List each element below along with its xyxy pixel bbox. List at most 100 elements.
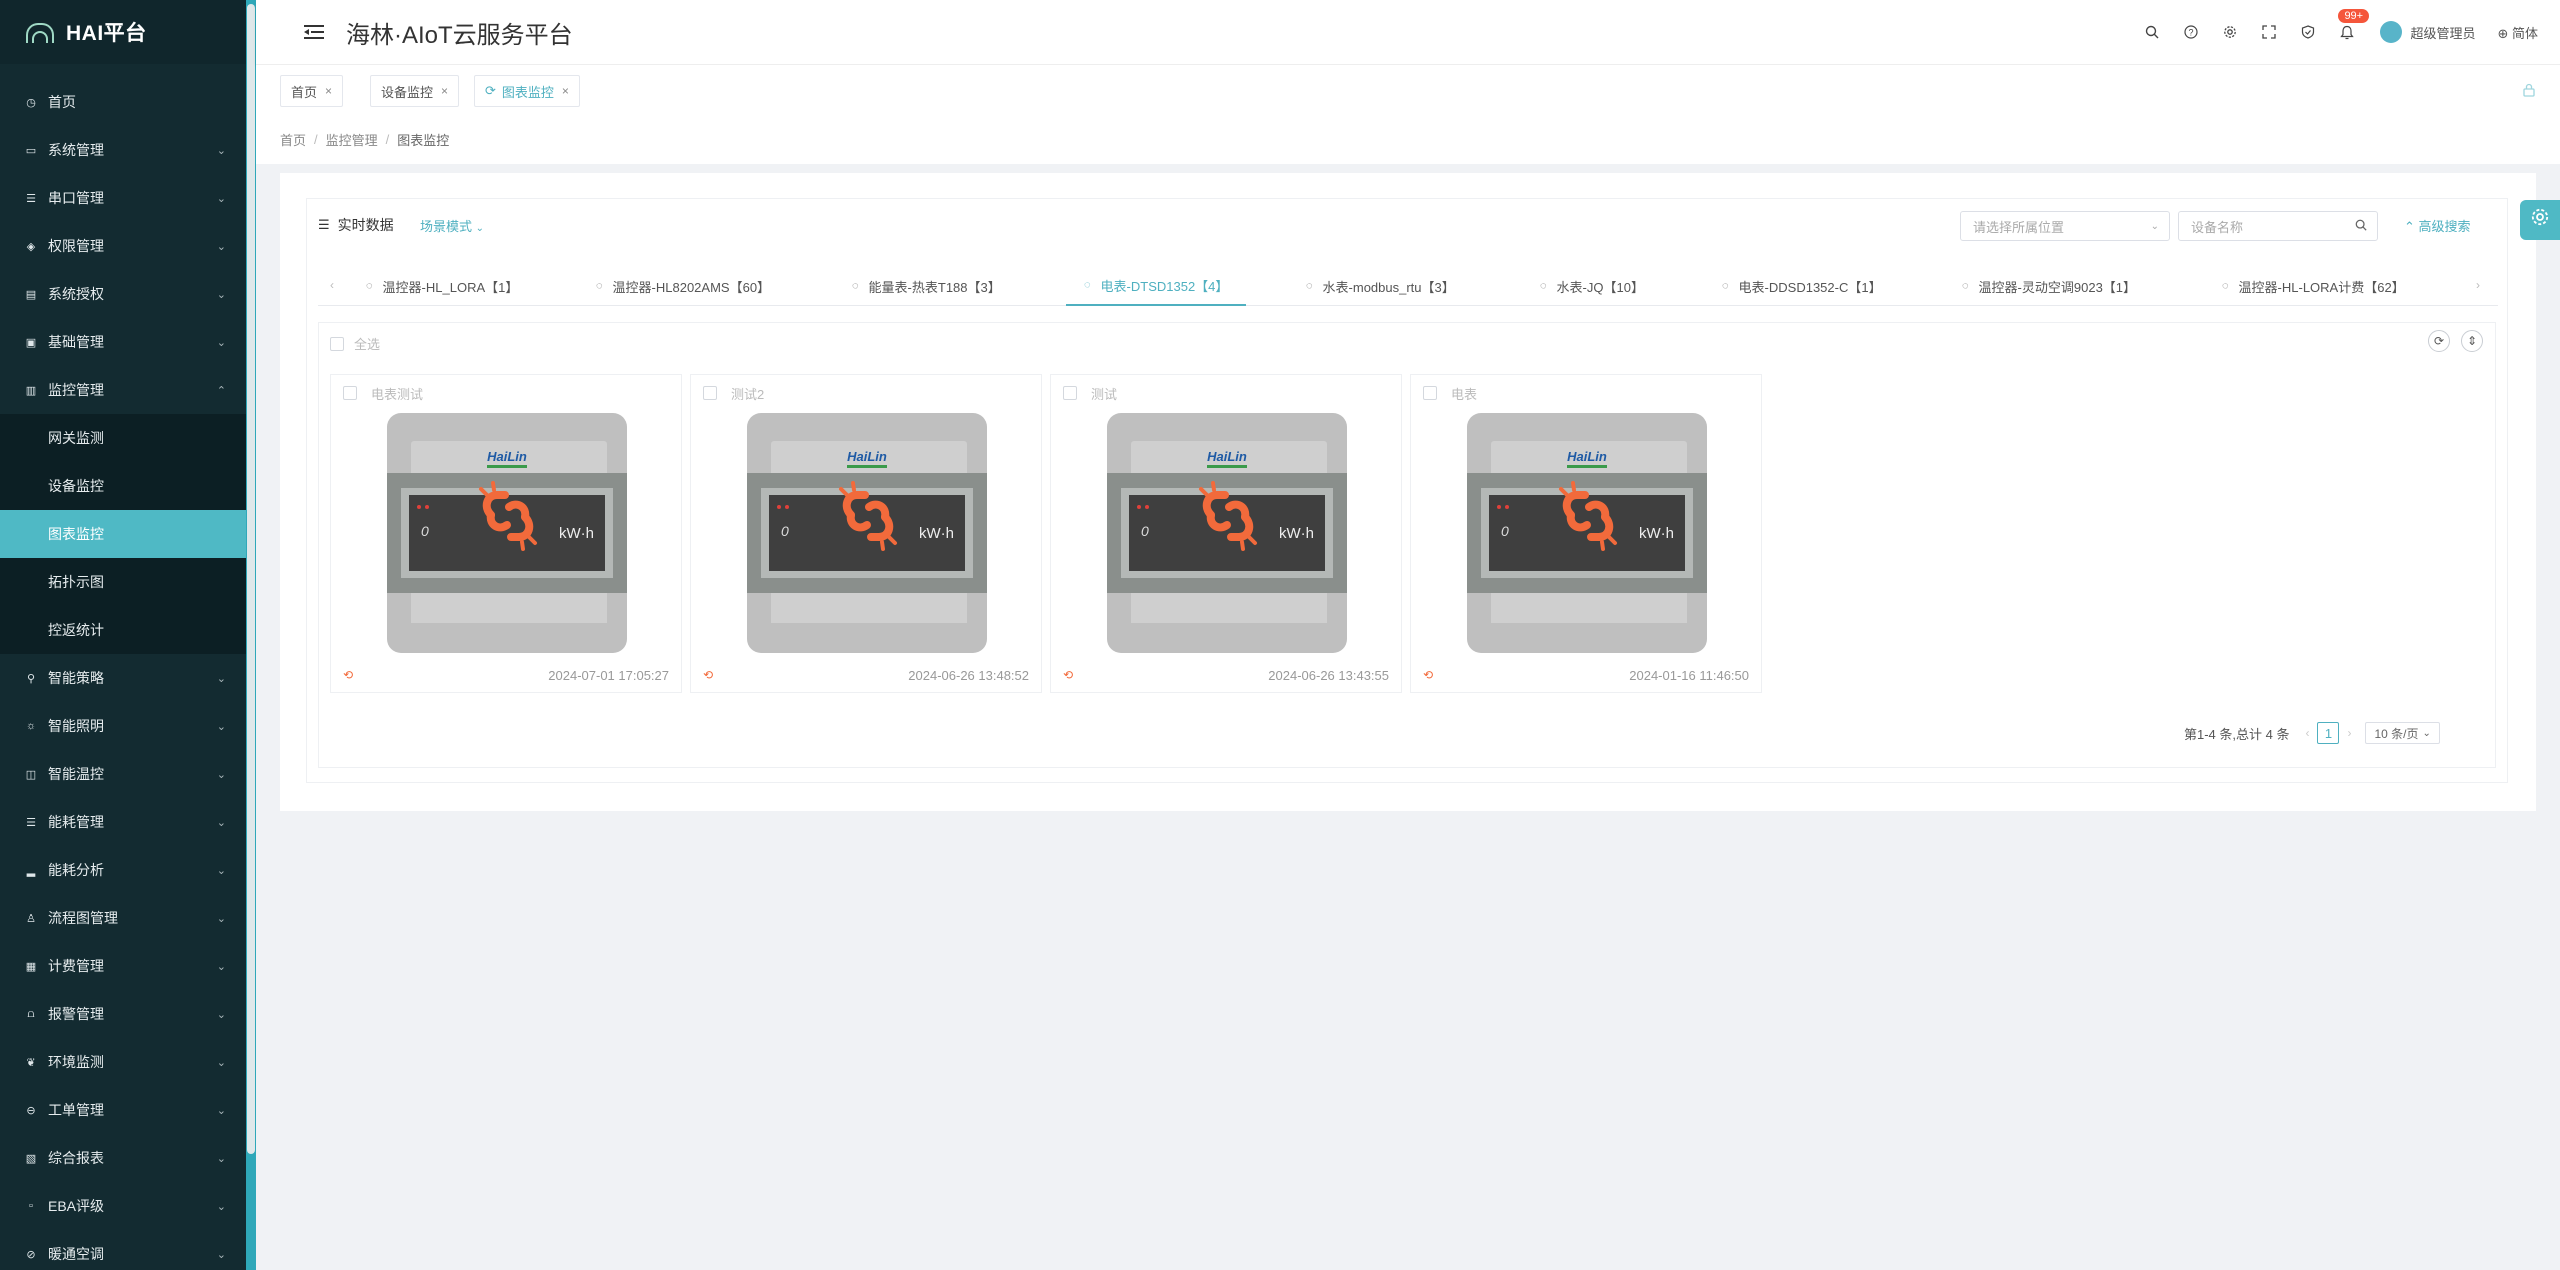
sidebar-item-lighting[interactable]: ☼ 智能照明 ⌄: [0, 702, 246, 750]
tab-home[interactable]: 首页 ×: [280, 75, 344, 107]
sidebar-item-energy[interactable]: ☰ 能耗管理 ⌄: [0, 798, 246, 846]
sidebar-item-system[interactable]: ▭ 系统管理 ⌄: [0, 126, 246, 174]
device-type-icon: ◌: [1084, 279, 1091, 291]
tabs-next-icon[interactable]: ›: [2476, 278, 2480, 292]
device-tab[interactable]: ◌ 温控器-HL_LORA【1】: [366, 266, 518, 306]
sidebar-item-billing[interactable]: ▦ 计费管理 ⌄: [0, 942, 246, 990]
avatar[interactable]: [2380, 21, 2403, 43]
meter-brand-stripe: [847, 465, 887, 468]
device-tab[interactable]: ◌ 温控器-灵动空调9023【1】: [1962, 266, 2136, 306]
chevron-down-icon: ⌄: [216, 864, 226, 877]
sidebar-item-label: 流程图管理: [48, 910, 118, 926]
close-icon[interactable]: ×: [325, 84, 332, 98]
sidebar-item-label: 环境监测: [48, 1054, 104, 1070]
device-checkbox[interactable]: [343, 386, 357, 400]
electric-meter-image[interactable]: HaiLin 0 kW·h: [747, 413, 987, 653]
device-card[interactable]: 测试2 HaiLin 0 kW·h ⟲ 2024-06-26 13:48:52: [690, 374, 1042, 693]
breadcrumb-item[interactable]: 首页: [280, 130, 306, 149]
bell-icon[interactable]: 99+: [2338, 9, 2370, 41]
card-title-label: 实时数据: [337, 217, 394, 233]
pin-icon: ⚲: [26, 672, 36, 685]
device-tab[interactable]: ◌ 能量表-热表T188【3】: [852, 266, 1001, 306]
electric-meter-image[interactable]: HaiLin 0 kW·h: [1467, 413, 1707, 653]
device-tab[interactable]: ◌ 电表-DDSD1352-C【1】: [1722, 266, 1882, 306]
help-icon[interactable]: ?: [2182, 23, 2200, 41]
sidebar-subitem-device-monitor[interactable]: 设备监控: [0, 462, 246, 510]
sidebar-item-temp-control[interactable]: ◫ 智能温控 ⌄: [0, 750, 246, 798]
sidebar-item-serial[interactable]: ☰ 串口管理 ⌄: [0, 174, 246, 222]
column-height-button[interactable]: ⇕: [2461, 330, 2483, 352]
chevron-down-icon: ⌄: [216, 1248, 226, 1261]
sidebar-item-home[interactable]: ◷ 首页: [0, 78, 246, 126]
device-tab-label: 温控器-HL_LORA【1】: [382, 279, 519, 295]
select-all-checkbox[interactable]: [330, 336, 344, 351]
sidebar-item-permission[interactable]: ◈ 权限管理 ⌄: [0, 222, 246, 270]
prev-page-icon[interactable]: ‹: [2305, 726, 2309, 740]
sidebar-subitem-gateway[interactable]: 网关监测: [0, 414, 246, 462]
sidebar-item-monitor[interactable]: ▥ 监控管理 ⌃: [0, 366, 246, 414]
breadcrumb-item[interactable]: 监控管理: [326, 130, 378, 149]
sidebar-subitem-topology[interactable]: 拓扑示图: [0, 558, 246, 606]
tab-device-monitor[interactable]: 设备监控 ×: [370, 75, 460, 107]
menu-toggle-icon[interactable]: [304, 24, 324, 40]
device-checkbox[interactable]: [1063, 386, 1077, 400]
device-tab[interactable]: ◌ 温控器-HL8202AMS【60】: [596, 266, 770, 306]
notification-badge: 99+: [2338, 9, 2370, 23]
device-checkbox[interactable]: [1423, 386, 1437, 400]
user-name[interactable]: 超级管理员: [2410, 23, 2475, 42]
meter-led: [417, 505, 421, 509]
electric-meter-image[interactable]: HaiLin 0 kW·h: [1107, 413, 1347, 653]
sidebar-item-environment[interactable]: ❦ 环境监测 ⌄: [0, 1038, 246, 1086]
next-page-icon[interactable]: ›: [2347, 726, 2351, 740]
close-icon[interactable]: ×: [562, 84, 569, 98]
meter-unit: kW·h: [1639, 525, 1674, 542]
fullscreen-icon[interactable]: [2260, 23, 2278, 41]
sidebar-item-basic[interactable]: ▣ 基础管理 ⌄: [0, 318, 246, 366]
sidebar-item-label: 系统授权: [48, 286, 104, 302]
page-size-select[interactable]: 10 条/页 ⌄: [2365, 722, 2440, 744]
electric-meter-image[interactable]: HaiLin 0 kW·h: [387, 413, 627, 653]
sidebar-item-strategy[interactable]: ⚲ 智能策略 ⌄: [0, 654, 246, 702]
sidebar-item-alarm[interactable]: ⩍ 报警管理 ⌄: [0, 990, 246, 1038]
sidebar-item-workorder[interactable]: ⊖ 工单管理 ⌄: [0, 1086, 246, 1134]
device-card[interactable]: 电表测试 HaiLin 0 kW·h ⟲ 2024-07-01 17:05:27: [330, 374, 682, 693]
sidebar-item-flowchart[interactable]: ♙ 流程图管理 ⌄: [0, 894, 246, 942]
location-select[interactable]: 请选择所属位置 ⌄: [1960, 211, 2170, 241]
device-tab[interactable]: ◌ 水表-JQ【10】: [1540, 266, 1644, 306]
sidebar-item-report[interactable]: ▧ 综合报表 ⌄: [0, 1134, 246, 1182]
scene-mode-dropdown[interactable]: 场景模式 ⌄: [420, 216, 484, 235]
sidebar-scrollbar-thumb[interactable]: [247, 4, 255, 1154]
settings-icon[interactable]: [2221, 23, 2239, 41]
sidebar-item-hvac[interactable]: ⊘ 暖通空调 ⌄: [0, 1230, 246, 1270]
sidebar-item-license[interactable]: ▤ 系统授权 ⌄: [0, 270, 246, 318]
device-card[interactable]: 测试 HaiLin 0 kW·h ⟲ 2024-06-26 13:43:55: [1050, 374, 1402, 693]
refresh-button[interactable]: ⟳: [2428, 330, 2450, 352]
shield-icon[interactable]: [2299, 23, 2317, 41]
sidebar-item-energy-analysis[interactable]: ▂ 能耗分析 ⌄: [0, 846, 246, 894]
sidebar-subitem-chart-monitor[interactable]: 图表监控: [0, 510, 246, 558]
device-checkbox[interactable]: [703, 386, 717, 400]
close-icon[interactable]: ×: [441, 84, 448, 98]
sidebar-item-label: 报警管理: [48, 1006, 104, 1022]
device-tab[interactable]: ◌ 水表-modbus_rtu【3】: [1306, 266, 1455, 306]
device-update-time: 2024-07-01 17:05:27: [548, 667, 669, 683]
select-all[interactable]: 全选: [330, 334, 380, 353]
broken-link-icon: [479, 481, 537, 551]
page-number[interactable]: 1: [2317, 722, 2340, 744]
location-select-placeholder: 请选择所属位置: [1973, 219, 2065, 235]
meter-brand-stripe: [1567, 465, 1607, 468]
device-tab-active[interactable]: ◌ 电表-DTSD1352【4】: [1066, 266, 1247, 306]
lock-icon[interactable]: [2522, 83, 2536, 97]
device-tab[interactable]: ◌ 温控器-HL-LORA计费【62】: [2222, 266, 2405, 306]
settings-drawer-button[interactable]: [2520, 200, 2560, 240]
device-name-input[interactable]: 设备名称: [2178, 211, 2378, 241]
logo[interactable]: HAI平台: [0, 0, 246, 64]
tab-chart-monitor[interactable]: ⟳ 图表监控 ×: [474, 75, 580, 107]
device-card[interactable]: 电表 HaiLin 0 kW·h ⟲ 2024-01-16 11:46:50: [1410, 374, 1762, 693]
sidebar-subitem-control-stats[interactable]: 控返统计: [0, 606, 246, 654]
sidebar-item-eba[interactable]: ▫ EBA评级 ⌄: [0, 1182, 246, 1230]
search-icon[interactable]: [2143, 23, 2161, 41]
search-icon[interactable]: [2355, 219, 2367, 234]
advanced-search-button[interactable]: ⌃ 高级搜索: [2404, 216, 2471, 235]
language-switch[interactable]: ⊕ 简体: [2497, 23, 2538, 42]
